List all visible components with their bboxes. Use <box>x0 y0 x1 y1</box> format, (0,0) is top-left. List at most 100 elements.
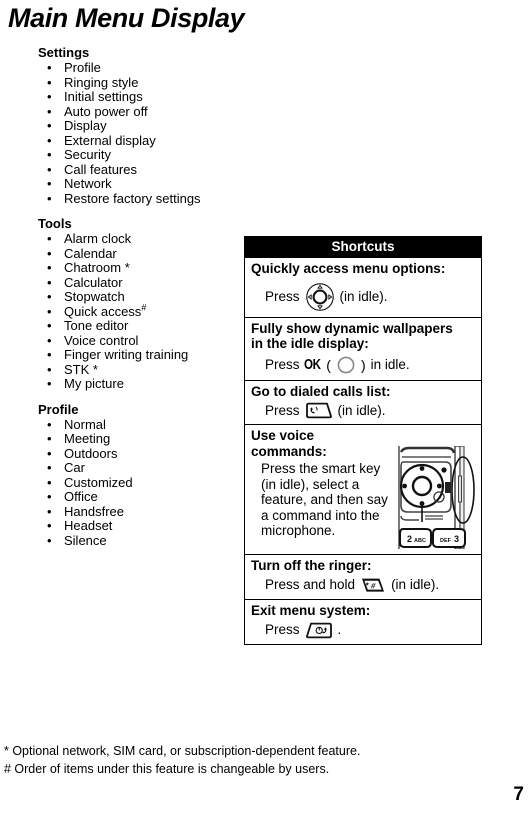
list-item-label: My picture <box>64 376 124 391</box>
shortcut-title-line2: commands: <box>251 443 327 459</box>
bullet-icon: • <box>47 518 52 533</box>
list-item-label: Display <box>64 118 107 133</box>
list-item: • Voice control <box>38 332 238 349</box>
bullet-icon: • <box>47 231 52 246</box>
bullet-icon: • <box>47 147 52 162</box>
list-item-label: Office <box>64 489 98 504</box>
bullet-icon: • <box>47 474 52 490</box>
bullet-icon: • <box>47 161 52 177</box>
bullet-icon: • <box>47 274 52 290</box>
bullet-icon: • <box>47 103 52 119</box>
list-item-label: Call features <box>64 161 137 177</box>
shortcut-title-line1: Use voice <box>251 428 315 443</box>
shortcut-suffix: (in idle). <box>339 288 388 304</box>
shortcut-row-wallpapers: Fully show dynamic wallpapers in the idl… <box>245 316 481 380</box>
list-item: • Ringing style <box>38 74 238 91</box>
shortcut-suffix: (in idle). <box>391 577 440 592</box>
list-item-label: Outdoors <box>64 445 118 461</box>
list-item-label: Initial settings <box>64 89 143 104</box>
bullet-icon: • <box>47 245 52 261</box>
bullet-icon: • <box>47 347 52 362</box>
list-item-label: External display <box>64 132 156 148</box>
footnote-hash: # Order of items under this feature is c… <box>4 762 330 776</box>
list-item-label: Customized <box>64 474 133 490</box>
group-heading: Tools <box>38 216 72 231</box>
shortcuts-table-header: Shortcuts <box>245 237 481 257</box>
list-item-label: Headset <box>64 518 113 533</box>
shortcut-row-exit-menu: Exit menu system: Press . <box>245 599 481 644</box>
svg-text:DEF: DEF <box>440 538 452 544</box>
list-item: • Calendar <box>38 245 238 262</box>
phone-keypad-photo: 2 ABC DEF 3 <box>395 444 475 550</box>
end-key-icon <box>305 622 333 639</box>
bullet-icon: • <box>47 176 52 191</box>
paren-close: ) <box>360 356 366 373</box>
list-item-label: Calendar <box>64 245 117 261</box>
list-item: • Finger writing training <box>38 347 238 363</box>
list-item: • Stopwatch <box>38 289 238 305</box>
list-item-label: Chatroom * <box>64 260 130 275</box>
bullet-icon: • <box>47 89 52 104</box>
list-item: • My picture <box>38 376 238 392</box>
ok-key-icon <box>336 355 356 375</box>
svg-text:ABC: ABC <box>414 538 426 544</box>
bullet-icon: • <box>47 118 52 133</box>
menu-group-profile: Profile • Normal • Meeting • Outdoors • Car … <box>38 402 238 549</box>
send-key-icon <box>305 402 333 419</box>
list-item-label: Restore factory settings <box>64 190 201 206</box>
list-item: • Outdoors <box>38 445 238 462</box>
bullet-icon: • <box>47 74 52 90</box>
voice-row-content: commands: Press the smart key (in idle),… <box>251 444 475 550</box>
list-item-label: Meeting <box>64 431 111 446</box>
ok-label: OK <box>303 356 321 373</box>
shortcut-body: Press the smart key (in idle), select a … <box>261 461 388 538</box>
page-title: Main Menu Display <box>8 3 245 33</box>
footnotes: * Optional network, SIM card, or subscri… <box>4 742 524 778</box>
bullet-icon: • <box>47 332 52 348</box>
bullet-icon: • <box>47 445 52 461</box>
list-item-label: Stopwatch <box>64 289 125 304</box>
list-item-label: Network <box>64 176 112 191</box>
list-item-label: Car <box>64 460 85 475</box>
footnote-mark: # <box>141 302 147 313</box>
shortcut-title: Exit menu system: <box>251 603 371 618</box>
list-item: • Chatroom * <box>38 260 238 276</box>
bullet-icon: • <box>47 460 52 475</box>
shortcut-body: Press . <box>251 622 475 639</box>
list-item: • Customized <box>38 474 238 491</box>
shortcut-title: Go to dialed calls list: <box>251 383 391 399</box>
paren-open: ( <box>326 356 331 373</box>
shortcut-row-voice-commands: Use voice commands: Press the smart key … <box>245 424 481 554</box>
bullet-icon: • <box>47 431 52 446</box>
bullet-icon: • <box>47 532 52 548</box>
menu-groups-column: Settings • Profile • Ringing style • Initia… <box>38 45 238 558</box>
bullet-icon: • <box>47 60 52 75</box>
menu-group-tools: Tools • Alarm clock • Calendar • Chatroom *… <box>38 216 238 392</box>
list-item-label: Alarm clock <box>64 231 132 246</box>
list-item: • Profile <box>38 60 238 76</box>
shortcuts-table: Shortcuts Quickly access menu options: P… <box>244 236 482 645</box>
list-item: • Meeting <box>38 431 238 447</box>
shortcut-row-ringer-off: Turn off the ringer: Press and hold * # … <box>245 553 481 600</box>
group-heading: Profile <box>38 401 79 417</box>
menu-item-list: • Normal • Meeting • Outdoors • Car • Customi… <box>38 417 238 549</box>
list-item: • External display <box>38 132 238 149</box>
menu-item-list: • Alarm clock • Calendar • Chatroom * • Calc… <box>38 231 238 392</box>
group-heading: Settings <box>38 45 90 60</box>
pound-key-icon: * # <box>360 576 386 594</box>
shortcut-suffix: (in idle). <box>337 402 386 418</box>
bullet-icon: • <box>47 303 52 319</box>
voice-text-block: commands: Press the smart key (in idle),… <box>251 444 393 539</box>
list-item-label: Tone editor <box>64 318 129 333</box>
list-item: • Restore factory settings <box>38 190 238 207</box>
list-item-label: Finger writing training <box>64 347 189 362</box>
bullet-icon: • <box>47 489 52 504</box>
shortcut-body: Press (in idle). <box>251 402 475 419</box>
list-item: • Network <box>38 176 238 192</box>
press-label: Press <box>265 402 300 418</box>
shortcut-title: Turn off the ringer: <box>251 557 372 573</box>
footnote-asterisk: * Optional network, SIM card, or subscri… <box>4 744 361 758</box>
list-item: • Initial settings <box>38 89 238 105</box>
press-label: Press and hold <box>265 577 356 592</box>
list-item-label: STK * <box>64 361 98 377</box>
